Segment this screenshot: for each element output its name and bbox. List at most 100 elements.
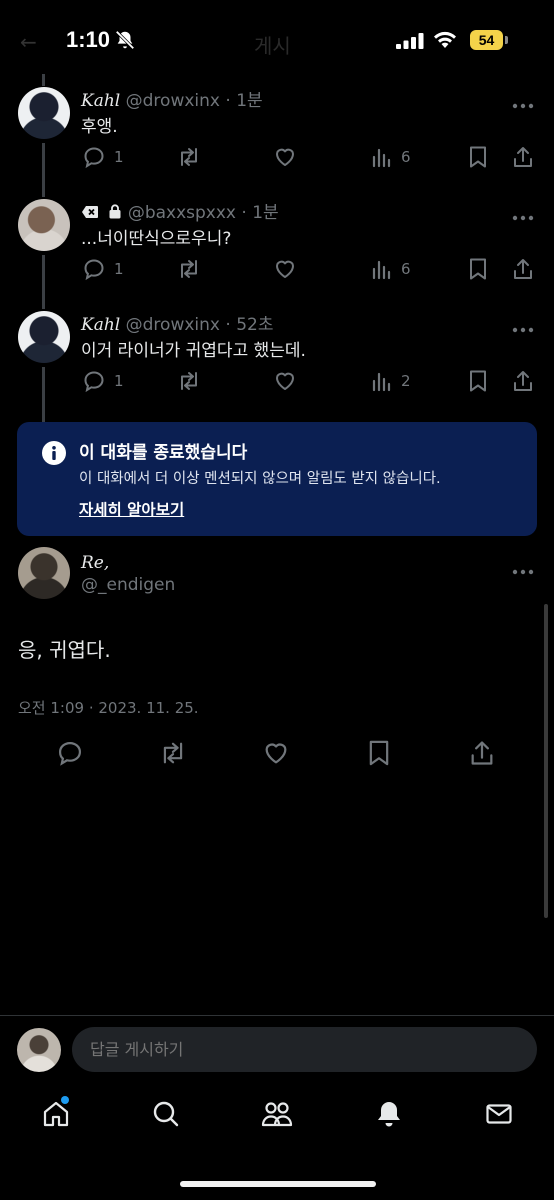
tweet-actions: 1 2	[0, 368, 554, 394]
back-arrow-icon[interactable]: ←	[20, 30, 37, 54]
my-avatar[interactable]	[17, 1028, 61, 1072]
learn-more-link[interactable]: 자세히 알아보기	[79, 498, 184, 520]
views-button[interactable]: 6	[371, 256, 411, 282]
thread-tweet[interactable]: @baxxspxxx · 1분 ...너이딴식으로우니? 1 6	[0, 198, 554, 310]
thread-tweet[interactable]: Kahl @drowxinx · 1분 후앵. 1 6	[0, 86, 554, 198]
avatar[interactable]	[18, 199, 70, 251]
nav-notifications[interactable]	[369, 1094, 409, 1134]
heart-icon	[276, 260, 294, 278]
avatar[interactable]	[18, 311, 70, 363]
notification-dot	[61, 1096, 69, 1104]
reply-button[interactable]	[56, 738, 84, 768]
backspace-icon	[82, 206, 98, 218]
share-icon	[514, 259, 532, 279]
main-tweet-text: 응, 귀엽다.	[18, 638, 111, 662]
display-name[interactable]: Kahl	[81, 315, 120, 335]
tweet-actions: 1 6	[0, 256, 554, 282]
reply-button[interactable]: 1	[82, 256, 124, 282]
tweet-time: 1분	[236, 91, 263, 111]
bookmark-icon	[470, 258, 486, 280]
bookmark-button[interactable]	[467, 256, 489, 282]
bookmark-icon	[470, 146, 486, 168]
home-indicator[interactable]	[180, 1181, 376, 1187]
avatar[interactable]	[18, 87, 70, 139]
views-count: 2	[401, 372, 411, 390]
reply-count: 1	[114, 148, 124, 166]
heart-icon	[265, 743, 287, 764]
reply-icon	[84, 147, 104, 169]
main-handle[interactable]: @_endigen	[81, 575, 175, 595]
bookmark-button[interactable]	[467, 144, 489, 170]
thread-tweet[interactable]: Kahl @drowxinx · 52초 이거 라이너가 귀엽다고 했는데. 1…	[0, 310, 554, 422]
tweet-time: 52초	[236, 315, 274, 335]
share-button[interactable]	[511, 144, 535, 170]
share-button[interactable]	[511, 256, 535, 282]
reply-count: 1	[114, 372, 124, 390]
nav-home[interactable]	[36, 1094, 76, 1134]
bottom-nav	[0, 1094, 554, 1144]
repost-button[interactable]	[176, 144, 202, 170]
reply-icon	[84, 371, 104, 393]
views-icon	[372, 372, 391, 392]
views-count: 6	[401, 148, 411, 166]
bookmark-icon	[470, 370, 486, 392]
reply-icon	[84, 259, 104, 281]
repost-button[interactable]	[176, 256, 202, 282]
share-icon	[514, 371, 532, 391]
wifi-icon	[432, 30, 458, 54]
scrollbar[interactable]	[544, 604, 548, 918]
more-options-icon[interactable]	[512, 318, 534, 337]
repost-button[interactable]	[158, 738, 188, 768]
nav-communities[interactable]	[257, 1094, 297, 1134]
tweet-actions: 1 6	[0, 144, 554, 170]
info-icon	[41, 440, 67, 470]
reply-button[interactable]: 1	[82, 368, 124, 394]
main-tweet-actions	[0, 738, 554, 768]
handle[interactable]: @baxxspxxx	[128, 203, 236, 223]
views-count: 6	[401, 260, 411, 278]
share-icon	[471, 741, 493, 765]
messages-icon	[486, 1104, 512, 1124]
tweet-text: ...너이딴식으로우니?	[81, 229, 232, 249]
display-name[interactable]: Kahl	[81, 91, 120, 111]
more-options-icon[interactable]	[512, 206, 534, 225]
share-button[interactable]	[468, 738, 496, 768]
nav-search[interactable]	[146, 1094, 186, 1134]
views-icon	[372, 260, 391, 280]
share-icon	[514, 147, 532, 167]
tweet-header: @baxxspxxx · 1분	[81, 198, 279, 223]
tweet-text: 이거 라이너가 귀엽다고 했는데.	[81, 341, 306, 361]
repost-icon	[181, 260, 197, 278]
like-button[interactable]	[273, 368, 297, 394]
reply-input[interactable]	[72, 1027, 537, 1072]
more-options-icon[interactable]	[512, 94, 534, 113]
main-display-name[interactable]: Re,	[81, 553, 109, 573]
like-button[interactable]	[262, 738, 290, 768]
notifications-icon	[378, 1102, 400, 1127]
conversation-muted-notice: 이 대화를 종료했습니다 이 대화에서 더 이상 멘션되지 않으며 알림도 받지…	[17, 422, 537, 536]
repost-icon	[181, 148, 197, 166]
views-button[interactable]: 6	[371, 144, 411, 170]
share-button[interactable]	[511, 368, 535, 394]
bookmark-button[interactable]	[467, 368, 489, 394]
search-icon	[153, 1101, 179, 1127]
more-options-icon[interactable]	[512, 560, 534, 579]
nav-messages[interactable]	[479, 1094, 519, 1134]
handle[interactable]: @drowxinx	[126, 315, 220, 335]
status-bar: ← 1:10 게시 54	[0, 0, 554, 80]
bookmark-icon	[369, 740, 389, 766]
repost-icon	[181, 372, 197, 390]
tweet-header: Kahl @drowxinx · 1분	[81, 91, 263, 111]
signal-icon	[396, 33, 424, 53]
like-button[interactable]	[273, 256, 297, 282]
repost-button[interactable]	[176, 368, 202, 394]
main-tweet-timestamp: 오전 1:09 · 2023. 11. 25.	[18, 699, 199, 717]
main-tweet-avatar[interactable]	[18, 547, 70, 599]
handle[interactable]: @drowxinx	[126, 91, 220, 111]
like-button[interactable]	[273, 144, 297, 170]
bookmark-button[interactable]	[366, 738, 392, 768]
reply-button[interactable]: 1	[82, 144, 124, 170]
heart-icon	[276, 372, 294, 390]
views-icon	[372, 148, 391, 168]
views-button[interactable]: 2	[371, 368, 411, 394]
